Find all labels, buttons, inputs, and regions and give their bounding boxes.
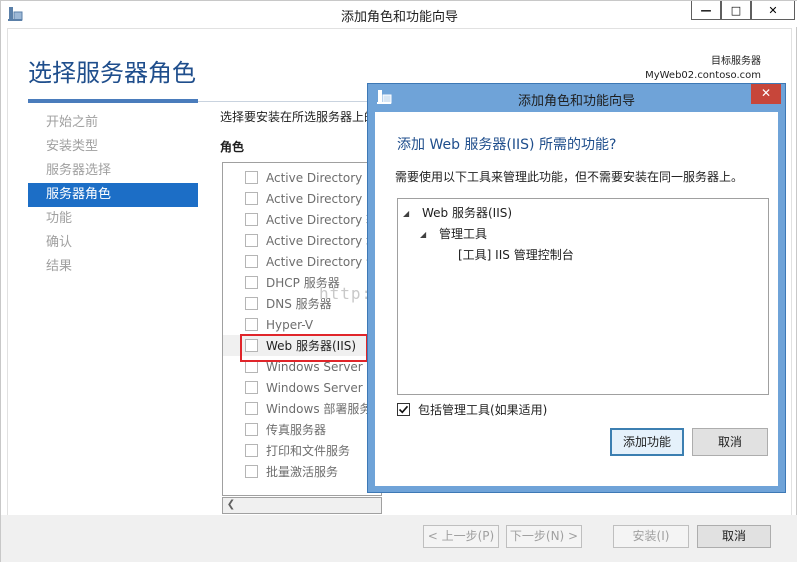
roles-list[interactable]: Active Directory Fe Active Directory R A… xyxy=(222,162,382,496)
role-item[interactable]: 批量激活服务 xyxy=(223,461,381,482)
role-checkbox[interactable] xyxy=(245,234,258,247)
checkmark-icon xyxy=(398,405,409,414)
include-tools-checkbox[interactable] xyxy=(397,403,410,416)
role-item[interactable]: 打印和文件服务 xyxy=(223,440,381,461)
cancel-button[interactable]: 取消 xyxy=(697,525,771,548)
role-checkbox[interactable] xyxy=(245,381,258,394)
features-tree[interactable]: ◢ Web 服务器(IIS) ◢ 管理工具 [工具] IIS 管理控制台 xyxy=(397,198,769,395)
role-checkbox[interactable] xyxy=(245,465,258,478)
role-item[interactable]: 传真服务器 xyxy=(223,419,381,440)
dialog-heading: 添加 Web 服务器(IIS) 所需的功能? xyxy=(397,137,617,153)
step-server-selection[interactable]: 服务器选择 xyxy=(28,159,198,183)
close-button[interactable]: ✕ xyxy=(751,1,795,20)
expand-triangle-icon[interactable]: ◢ xyxy=(420,230,426,239)
destination-server: 目标服务器 MyWeb02.contoso.com xyxy=(645,55,761,83)
destination-server-name: MyWeb02.contoso.com xyxy=(645,70,761,81)
tree-node-management-tools[interactable]: 管理工具 xyxy=(439,225,487,242)
role-item[interactable]: Active Directory 轻 xyxy=(223,209,381,230)
step-results[interactable]: 结果 xyxy=(28,255,198,279)
dialog-cancel-button[interactable]: 取消 xyxy=(692,428,768,456)
install-button[interactable]: 安装(I) xyxy=(613,525,689,548)
role-item[interactable]: Windows Server 更 xyxy=(223,377,381,398)
tree-node-iis-console[interactable]: [工具] IIS 管理控制台 xyxy=(458,246,574,263)
role-checkbox[interactable] xyxy=(245,213,258,226)
dialog-close-button[interactable]: ✕ xyxy=(751,84,781,104)
header-accent-bar xyxy=(28,99,198,103)
dialog-titlebar: 添加角色和功能向导 ✕ xyxy=(368,84,785,111)
step-server-roles[interactable]: 服务器角色 xyxy=(28,183,198,207)
dialog-title: 添加角色和功能向导 xyxy=(517,94,635,109)
role-checkbox[interactable] xyxy=(245,318,258,331)
dialog-description: 需要使用以下工具来管理此功能，但不需要安装在同一服务器上。 xyxy=(395,170,744,184)
destination-label: 目标服务器 xyxy=(711,56,761,67)
expand-triangle-icon[interactable]: ◢ xyxy=(403,209,409,218)
role-item[interactable]: Active Directory 证 xyxy=(223,251,381,272)
maximize-button[interactable]: □ xyxy=(721,1,751,20)
step-features[interactable]: 功能 xyxy=(28,207,198,231)
role-checkbox[interactable] xyxy=(245,255,258,268)
wizard-steps-nav: 开始之前 安装类型 服务器选择 服务器角色 功能 确认 结果 xyxy=(28,111,198,279)
role-checkbox[interactable] xyxy=(245,171,258,184)
wizard-footer: < 上一步(P) 下一步(N) > 安装(I) 取消 xyxy=(1,515,797,562)
role-checkbox[interactable] xyxy=(245,297,258,310)
step-confirmation[interactable]: 确认 xyxy=(28,231,198,255)
window-titlebar: 添加角色和功能向导 — □ ✕ xyxy=(1,1,797,27)
role-checkbox[interactable] xyxy=(245,402,258,415)
dialog-body: 添加 Web 服务器(IIS) 所需的功能? 需要使用以下工具来管理此功能，但不… xyxy=(375,112,778,486)
role-item[interactable]: Hyper-V xyxy=(223,314,381,335)
window-title: 添加角色和功能向导 xyxy=(340,10,458,25)
role-item[interactable]: Active Directory Fe xyxy=(223,167,381,188)
page-title: 选择服务器角色 xyxy=(28,59,196,87)
tree-node-web-server[interactable]: Web 服务器(IIS) xyxy=(422,204,512,221)
role-item[interactable]: Active Directory 域 xyxy=(223,230,381,251)
add-features-dialog: 添加角色和功能向导 ✕ 添加 Web 服务器(IIS) 所需的功能? 需要使用以… xyxy=(367,83,786,493)
role-checkbox[interactable] xyxy=(245,276,258,289)
step-before-you-begin[interactable]: 开始之前 xyxy=(28,111,198,135)
role-item[interactable]: Active Directory R xyxy=(223,188,381,209)
role-checkbox[interactable] xyxy=(245,423,258,436)
add-features-button[interactable]: 添加功能 xyxy=(610,428,684,456)
step-installation-type[interactable]: 安装类型 xyxy=(28,135,198,159)
role-checkbox[interactable] xyxy=(245,192,258,205)
role-item[interactable]: Windows 部署服务 xyxy=(223,398,381,419)
highlight-box xyxy=(240,334,368,362)
include-tools-label: 包括管理工具(如果适用) xyxy=(418,403,548,417)
next-button[interactable]: 下一步(N) > xyxy=(506,525,582,548)
minimize-button[interactable]: — xyxy=(691,1,721,20)
role-checkbox[interactable] xyxy=(245,444,258,457)
scroll-left-icon[interactable]: ❮ xyxy=(225,499,237,512)
roles-horizontal-scrollbar[interactable]: ❮ xyxy=(222,497,382,514)
roles-label: 角色 xyxy=(220,140,245,154)
include-tools-row[interactable]: 包括管理工具(如果适用) xyxy=(397,401,547,418)
previous-button[interactable]: < 上一步(P) xyxy=(423,525,499,548)
